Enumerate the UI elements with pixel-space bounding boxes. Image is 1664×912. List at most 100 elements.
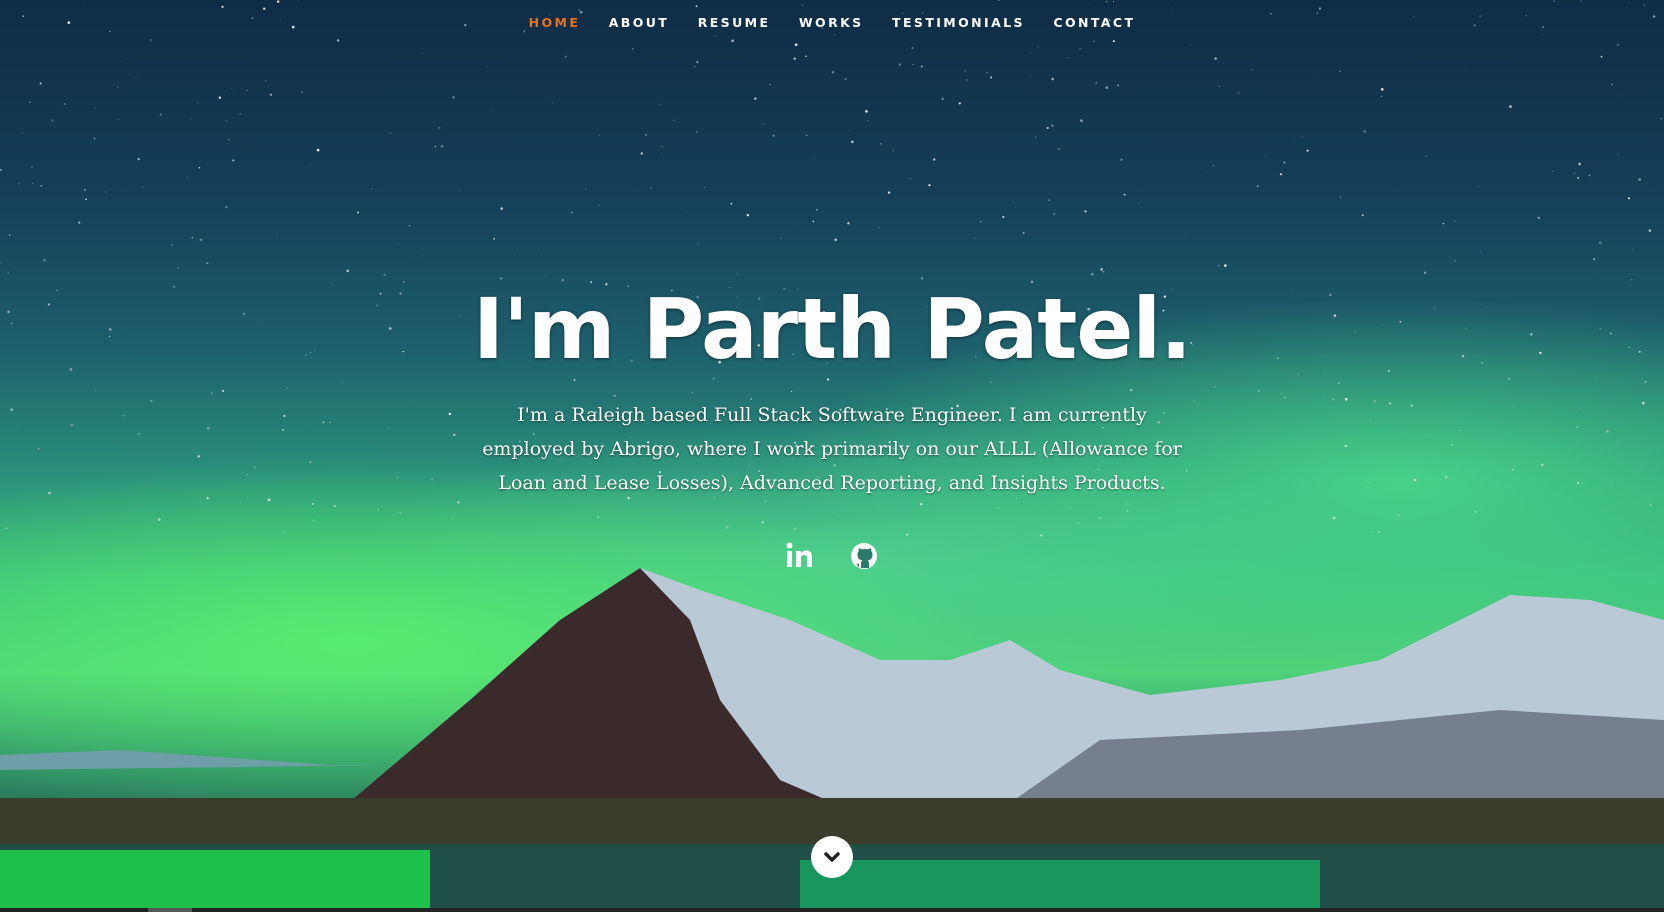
star	[761, 520, 765, 524]
star	[584, 188, 586, 190]
star	[906, 533, 909, 536]
scrollbar-thumb[interactable]	[148, 908, 192, 912]
star	[990, 76, 993, 79]
star	[1551, 170, 1554, 172]
star	[421, 255, 423, 257]
star	[812, 220, 815, 223]
star	[1093, 40, 1095, 43]
star	[1479, 250, 1482, 252]
star	[1314, 73, 1316, 75]
star	[48, 491, 51, 495]
star	[1091, 272, 1094, 276]
star	[263, 7, 266, 10]
star	[1099, 517, 1102, 520]
star	[1380, 88, 1384, 91]
star	[1037, 45, 1040, 48]
star	[18, 182, 21, 185]
star	[1214, 57, 1217, 60]
star	[540, 254, 542, 256]
star	[1302, 136, 1303, 138]
star	[282, 428, 284, 431]
star	[1212, 165, 1215, 167]
star	[794, 43, 798, 46]
star	[1410, 404, 1413, 407]
star	[63, 102, 67, 106]
star	[703, 187, 705, 189]
star	[1617, 153, 1619, 155]
star	[1344, 444, 1348, 448]
star	[388, 169, 390, 171]
star	[206, 262, 209, 265]
star	[398, 244, 400, 246]
nav-home[interactable]: HOME	[529, 15, 581, 30]
star	[1451, 443, 1453, 446]
star	[715, 35, 716, 37]
star	[1595, 456, 1597, 458]
star	[1030, 53, 1032, 55]
star	[451, 517, 454, 520]
star	[1030, 76, 1032, 78]
star	[851, 140, 854, 144]
star	[225, 205, 228, 209]
nav-contact[interactable]: CONTACT	[1053, 15, 1135, 30]
horizontal-scrollbar[interactable]	[0, 908, 1664, 912]
star	[1224, 264, 1227, 268]
star	[198, 166, 201, 169]
star	[805, 134, 808, 137]
star	[980, 221, 982, 223]
star	[440, 145, 444, 148]
star	[282, 531, 285, 534]
star	[329, 421, 331, 423]
star	[887, 191, 891, 194]
star	[84, 189, 86, 191]
star	[1507, 432, 1509, 433]
star	[1648, 229, 1652, 232]
star	[93, 137, 96, 140]
scroll-down-button[interactable]	[811, 836, 853, 878]
nav-resume[interactable]: RESUME	[698, 15, 771, 30]
nav-works[interactable]: WORKS	[799, 15, 864, 30]
star	[695, 5, 698, 8]
star	[117, 119, 119, 121]
star	[254, 466, 256, 469]
star	[763, 500, 766, 503]
star	[986, 72, 988, 74]
star	[965, 79, 968, 81]
star	[399, 511, 401, 513]
star	[1123, 193, 1126, 196]
star	[1612, 461, 1614, 462]
star	[837, 516, 839, 518]
hero-intro: I'm a Raleigh based Full Stack Software …	[482, 404, 1182, 494]
star	[1048, 199, 1050, 201]
star	[801, 4, 803, 6]
star	[1040, 534, 1043, 537]
star	[867, 120, 869, 122]
hero-title: I'm Parth Patel.	[472, 280, 1192, 378]
star	[218, 96, 222, 99]
star	[1106, 0, 1108, 3]
star	[1588, 174, 1591, 177]
star	[865, 110, 868, 113]
star	[430, 478, 434, 481]
star	[18, 425, 20, 427]
star	[920, 65, 923, 68]
linkedin-icon[interactable]	[784, 540, 816, 572]
nav-testimonials[interactable]: TESTIMONIALS	[892, 15, 1025, 30]
star	[1660, 118, 1663, 120]
star	[1596, 277, 1597, 279]
nav-about[interactable]: ABOUT	[609, 15, 670, 30]
star	[437, 383, 438, 385]
star	[1112, 40, 1115, 43]
star	[1332, 516, 1336, 520]
github-icon[interactable]	[848, 540, 880, 572]
star	[795, 223, 796, 225]
star	[422, 53, 424, 54]
star	[1339, 196, 1341, 198]
star	[206, 427, 210, 430]
star	[878, 227, 880, 229]
star	[730, 202, 733, 205]
star	[491, 110, 493, 112]
star	[1171, 7, 1173, 9]
star	[1442, 222, 1445, 225]
star	[1638, 178, 1642, 181]
